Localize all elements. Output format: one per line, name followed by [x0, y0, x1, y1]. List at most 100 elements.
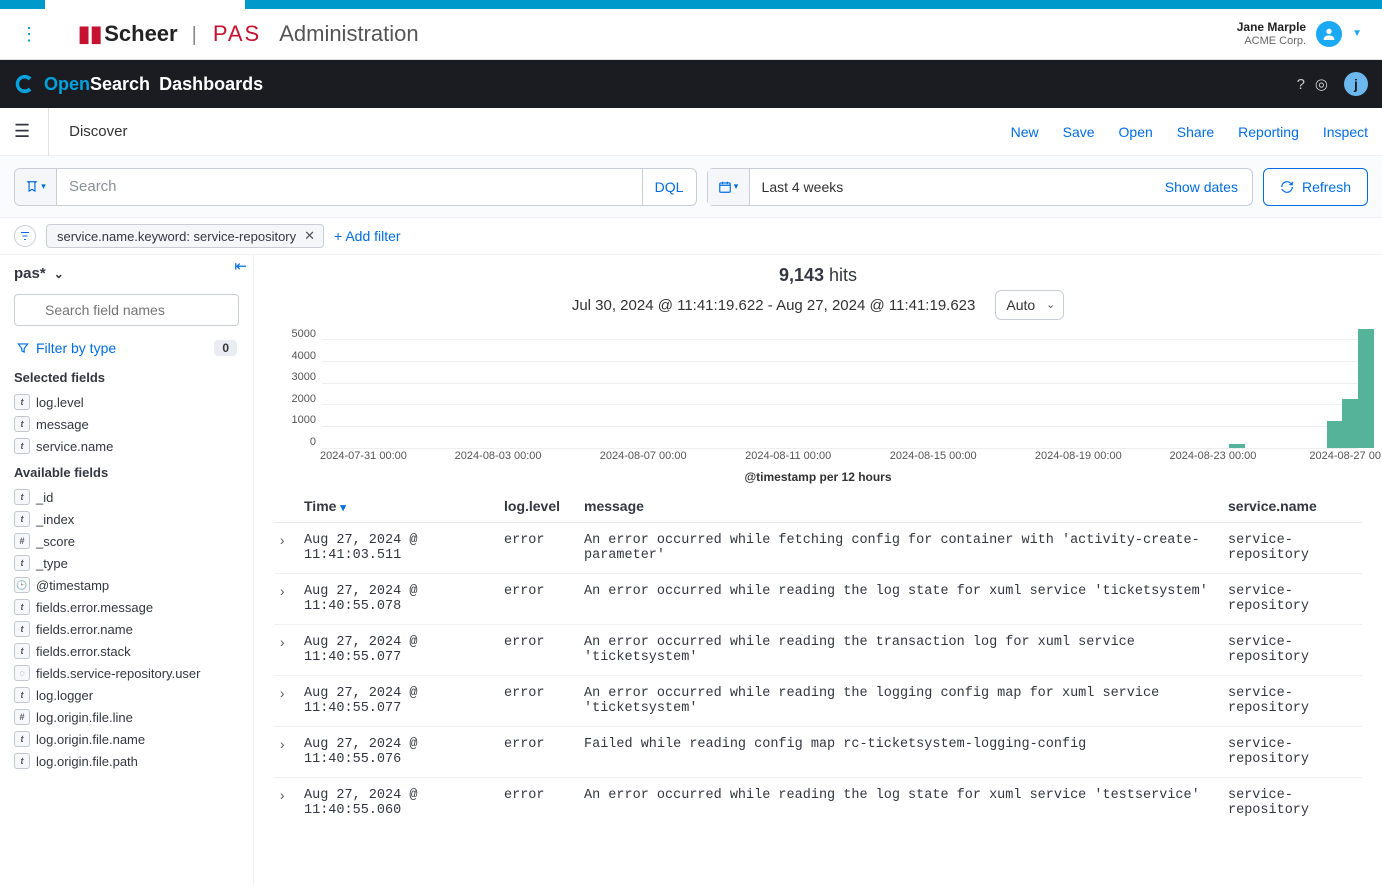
field-label: log.origin.file.name — [36, 732, 145, 747]
add-filter-button[interactable]: + Add filter — [334, 228, 401, 244]
field-type-icon — [14, 643, 30, 659]
cell-time: Aug 27, 2024 @ 11:40:55.078 — [298, 574, 498, 625]
expand-row-icon[interactable]: › — [274, 574, 298, 625]
os-user-avatar[interactable]: j — [1344, 72, 1368, 96]
histogram-bar[interactable] — [1327, 421, 1343, 448]
field-search-input[interactable] — [14, 294, 239, 326]
field-label: fields.error.message — [36, 600, 153, 615]
field-_id[interactable]: _id — [14, 486, 239, 508]
histogram-bar[interactable] — [1342, 399, 1358, 448]
newsfeed-icon[interactable]: ◎ — [1315, 75, 1328, 93]
field-label: fields.service-repository.user — [36, 666, 200, 681]
column-service[interactable]: service.name — [1222, 490, 1362, 523]
table-row[interactable]: › Aug 27, 2024 @ 11:41:03.511 error An e… — [274, 523, 1362, 574]
cell-time: Aug 27, 2024 @ 11:41:03.511 — [298, 523, 498, 574]
filter-pill-service-name[interactable]: service.name.keyword: service-repository… — [46, 224, 324, 248]
user-block[interactable]: Jane Marple ACME Corp. ▼ — [1237, 20, 1362, 48]
sort-desc-icon: ▾ — [340, 502, 346, 514]
show-dates-link[interactable]: Show dates — [1151, 179, 1252, 195]
column-message[interactable]: message — [578, 490, 1222, 523]
results-table-wrap: Time ▾ log.level message service.name › … — [254, 490, 1382, 885]
field-type-icon — [14, 511, 30, 527]
app-menu-icon[interactable]: ⋮ — [20, 24, 38, 45]
field-label: _id — [36, 490, 53, 505]
help-icon[interactable]: ? — [1297, 76, 1305, 93]
saved-query-button[interactable]: ▾ — [15, 169, 57, 205]
field-label: message — [36, 417, 89, 432]
column-time[interactable]: Time ▾ — [298, 490, 498, 523]
filter-badge: 0 — [214, 340, 237, 356]
field-message[interactable]: message — [14, 413, 239, 435]
nav-link-new[interactable]: New — [1011, 124, 1039, 140]
field-fields-service-repository-user[interactable]: fields.service-repository.user — [14, 662, 239, 684]
field-fields-error-stack[interactable]: fields.error.stack — [14, 640, 239, 662]
nav-link-open[interactable]: Open — [1119, 124, 1153, 140]
cell-message: Failed while reading config map rc-ticke… — [578, 727, 1222, 778]
field-log-origin-file-line[interactable]: log.origin.file.line — [14, 706, 239, 728]
refresh-icon — [1280, 180, 1294, 194]
x-tick: 2024-08-19 00:00 — [1035, 450, 1122, 462]
field-fields-error-message[interactable]: fields.error.message — [14, 596, 239, 618]
field-log-origin-file-name[interactable]: log.origin.file.name — [14, 728, 239, 750]
cell-level: error — [498, 523, 578, 574]
expand-row-icon[interactable]: › — [274, 523, 298, 574]
sidebar-collapse-icon[interactable]: ⇤ — [234, 257, 247, 275]
histogram-bar[interactable] — [1358, 329, 1374, 448]
x-axis-label: @timestamp per 12 hours — [278, 470, 1358, 484]
cell-message: An error occurred while reading the tran… — [578, 625, 1222, 676]
results-panel: 9,143 hits Jul 30, 2024 @ 11:41:19.622 -… — [254, 255, 1382, 885]
cell-message: An error occurred while reading the log … — [578, 778, 1222, 829]
expand-row-icon[interactable]: › — [274, 727, 298, 778]
date-range-text[interactable]: Last 4 weeks — [750, 179, 1151, 195]
field-_score[interactable]: _score — [14, 530, 239, 552]
dql-toggle[interactable]: DQL — [642, 169, 696, 205]
nav-toggle-icon[interactable]: ☰ — [14, 108, 49, 156]
field-service-name[interactable]: service.name — [14, 435, 239, 457]
field-_index[interactable]: _index — [14, 508, 239, 530]
field-_type[interactable]: _type — [14, 552, 239, 574]
results-table: Time ▾ log.level message service.name › … — [274, 490, 1362, 828]
y-tick: 0 — [282, 436, 316, 448]
opensearch-header: OpenSearch Dashboards ? ◎ j — [0, 60, 1382, 108]
nav-link-share[interactable]: Share — [1177, 124, 1214, 140]
field-label: log.level — [36, 395, 84, 410]
expand-row-icon[interactable]: › — [274, 625, 298, 676]
chevron-down-icon: ⌄ — [54, 267, 64, 281]
histogram-chart[interactable]: Count 500040003000200010000 2024-07-31 0… — [254, 324, 1382, 484]
field-label: fields.error.stack — [36, 644, 131, 659]
index-pattern-select[interactable]: pas* ⌄ — [14, 265, 239, 282]
search-input[interactable] — [57, 169, 642, 205]
nav-link-save[interactable]: Save — [1063, 124, 1095, 140]
table-row[interactable]: › Aug 27, 2024 @ 11:40:55.077 error An e… — [274, 676, 1362, 727]
field-@timestamp[interactable]: @timestamp — [14, 574, 239, 596]
field-log-level[interactable]: log.level — [14, 391, 239, 413]
refresh-button[interactable]: Refresh — [1263, 168, 1368, 206]
table-row[interactable]: › Aug 27, 2024 @ 11:40:55.060 error An e… — [274, 778, 1362, 829]
table-row[interactable]: › Aug 27, 2024 @ 11:40:55.076 error Fail… — [274, 727, 1362, 778]
filter-remove-icon[interactable]: ✕ — [302, 228, 317, 244]
field-log-logger[interactable]: log.logger — [14, 684, 239, 706]
interval-select[interactable]: Auto ⌄ — [995, 290, 1064, 320]
user-corp: ACME Corp. — [1237, 35, 1306, 48]
nav-link-reporting[interactable]: Reporting — [1238, 124, 1299, 140]
cell-level: error — [498, 727, 578, 778]
table-row[interactable]: › Aug 27, 2024 @ 11:40:55.078 error An e… — [274, 574, 1362, 625]
column-level[interactable]: log.level — [498, 490, 578, 523]
histogram-bar[interactable] — [1229, 444, 1245, 448]
date-quick-select[interactable]: ▾ — [708, 169, 750, 205]
nav-links: New Save Open Share Reporting Inspect — [1011, 124, 1368, 140]
cell-level: error — [498, 778, 578, 829]
filter-by-type-button[interactable]: Filter by type 0 — [14, 336, 239, 360]
cell-level: error — [498, 574, 578, 625]
expand-row-icon[interactable]: › — [274, 778, 298, 829]
nav-link-inspect[interactable]: Inspect — [1323, 124, 1368, 140]
filter-options-icon[interactable] — [14, 225, 36, 247]
table-row[interactable]: › Aug 27, 2024 @ 11:40:55.077 error An e… — [274, 625, 1362, 676]
cell-level: error — [498, 625, 578, 676]
field-fields-error-name[interactable]: fields.error.name — [14, 618, 239, 640]
field-label: log.logger — [36, 688, 93, 703]
expand-row-icon[interactable]: › — [274, 676, 298, 727]
hits-count: 9,143 hits — [254, 265, 1382, 286]
field-log-origin-file-path[interactable]: log.origin.file.path — [14, 750, 239, 772]
y-tick: 5000 — [282, 328, 316, 340]
